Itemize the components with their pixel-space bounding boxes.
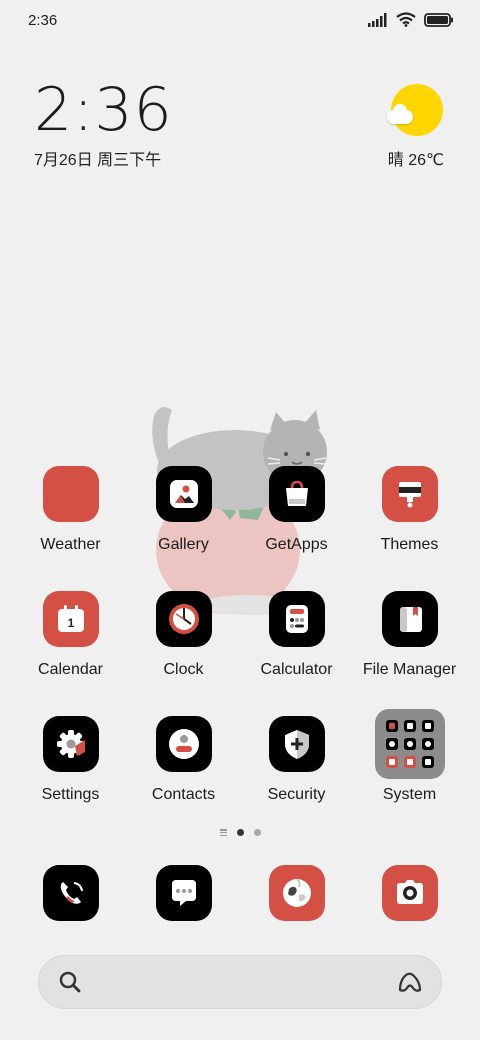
status-icons	[368, 12, 454, 27]
app-label: Clock	[163, 661, 204, 678]
app-label: Gallery	[158, 536, 209, 553]
signal-icon	[368, 12, 387, 27]
app-calendar[interactable]: 1 Calendar	[14, 591, 127, 716]
app-themes[interactable]: Themes	[353, 466, 466, 591]
app-row: 1 Calendar Clock Calculator File Manager	[14, 591, 466, 716]
app-label: Calculator	[260, 661, 333, 678]
getapps-icon	[268, 466, 325, 522]
dock-browser[interactable]	[240, 865, 353, 921]
app-label: Weather	[40, 536, 101, 553]
search-icon[interactable]	[58, 970, 82, 994]
widget-time: 2:36	[34, 75, 173, 145]
battery-icon	[424, 12, 453, 27]
search-bar[interactable]	[38, 955, 442, 1009]
calendar-icon: 1	[42, 591, 99, 647]
browser-icon	[268, 865, 325, 921]
status-time: 2:36	[28, 12, 58, 29]
app-label: System	[382, 786, 437, 803]
dock-phone[interactable]	[14, 865, 127, 921]
page-dot-1[interactable]	[236, 829, 244, 836]
dock-camera[interactable]	[353, 865, 466, 921]
messages-icon	[155, 865, 212, 921]
clock-icon	[155, 591, 212, 647]
app-calculator[interactable]: Calculator	[240, 591, 353, 716]
app-gallery[interactable]: Gallery	[127, 466, 240, 591]
app-grid: Weather Gallery GetApps Themes 1 Calenda…	[14, 466, 466, 841]
app-label: GetApps	[265, 536, 328, 553]
app-file-manager[interactable]: File Manager	[353, 591, 466, 716]
clock-widget[interactable]: 2:36 7月26日 周三下午	[34, 80, 173, 170]
gallery-icon	[155, 466, 212, 522]
contacts-icon	[155, 716, 212, 772]
app-settings[interactable]: Settings	[14, 716, 127, 841]
page-dot-2[interactable]	[253, 829, 261, 836]
app-getapps[interactable]: GetApps	[240, 466, 353, 591]
wifi-icon	[396, 12, 416, 27]
widget-date: 7月26日 周三下午	[34, 152, 162, 169]
app-weather[interactable]: Weather	[14, 466, 127, 591]
calculator-icon	[268, 591, 325, 647]
calendar-day: 1	[67, 616, 74, 630]
dock-messages[interactable]	[127, 865, 240, 921]
settings-icon	[42, 716, 99, 772]
dock	[14, 865, 466, 921]
app-row: Settings Contacts Security System	[14, 709, 466, 841]
system-folder-icon	[374, 709, 445, 779]
status-bar: 2:36	[0, 0, 480, 42]
app-row: Weather Gallery GetApps Themes	[14, 466, 466, 591]
app-contacts[interactable]: Contacts	[127, 716, 240, 841]
app-label: Settings	[41, 786, 100, 803]
camera-icon	[381, 865, 438, 921]
themes-icon	[381, 466, 438, 522]
app-security[interactable]: Security	[240, 716, 353, 841]
app-label: Themes	[380, 536, 439, 553]
app-label: File Manager	[362, 661, 457, 678]
app-system-folder[interactable]: System	[353, 709, 466, 841]
assistant-icon[interactable]	[396, 968, 424, 996]
page-indicator[interactable]	[0, 829, 480, 836]
sun-cloud-icon	[387, 84, 443, 136]
weather-widget[interactable]: 晴 26℃	[387, 84, 444, 169]
app-label: Contacts	[151, 786, 216, 803]
file-manager-icon	[381, 591, 438, 647]
security-icon	[268, 716, 325, 772]
app-list-icon[interactable]	[219, 829, 227, 836]
weather-icon	[42, 466, 99, 522]
app-label: Security	[267, 786, 326, 803]
app-clock[interactable]: Clock	[127, 591, 240, 716]
phone-icon	[42, 865, 99, 921]
app-label: Calendar	[38, 661, 103, 678]
weather-text: 晴 26℃	[387, 152, 444, 169]
